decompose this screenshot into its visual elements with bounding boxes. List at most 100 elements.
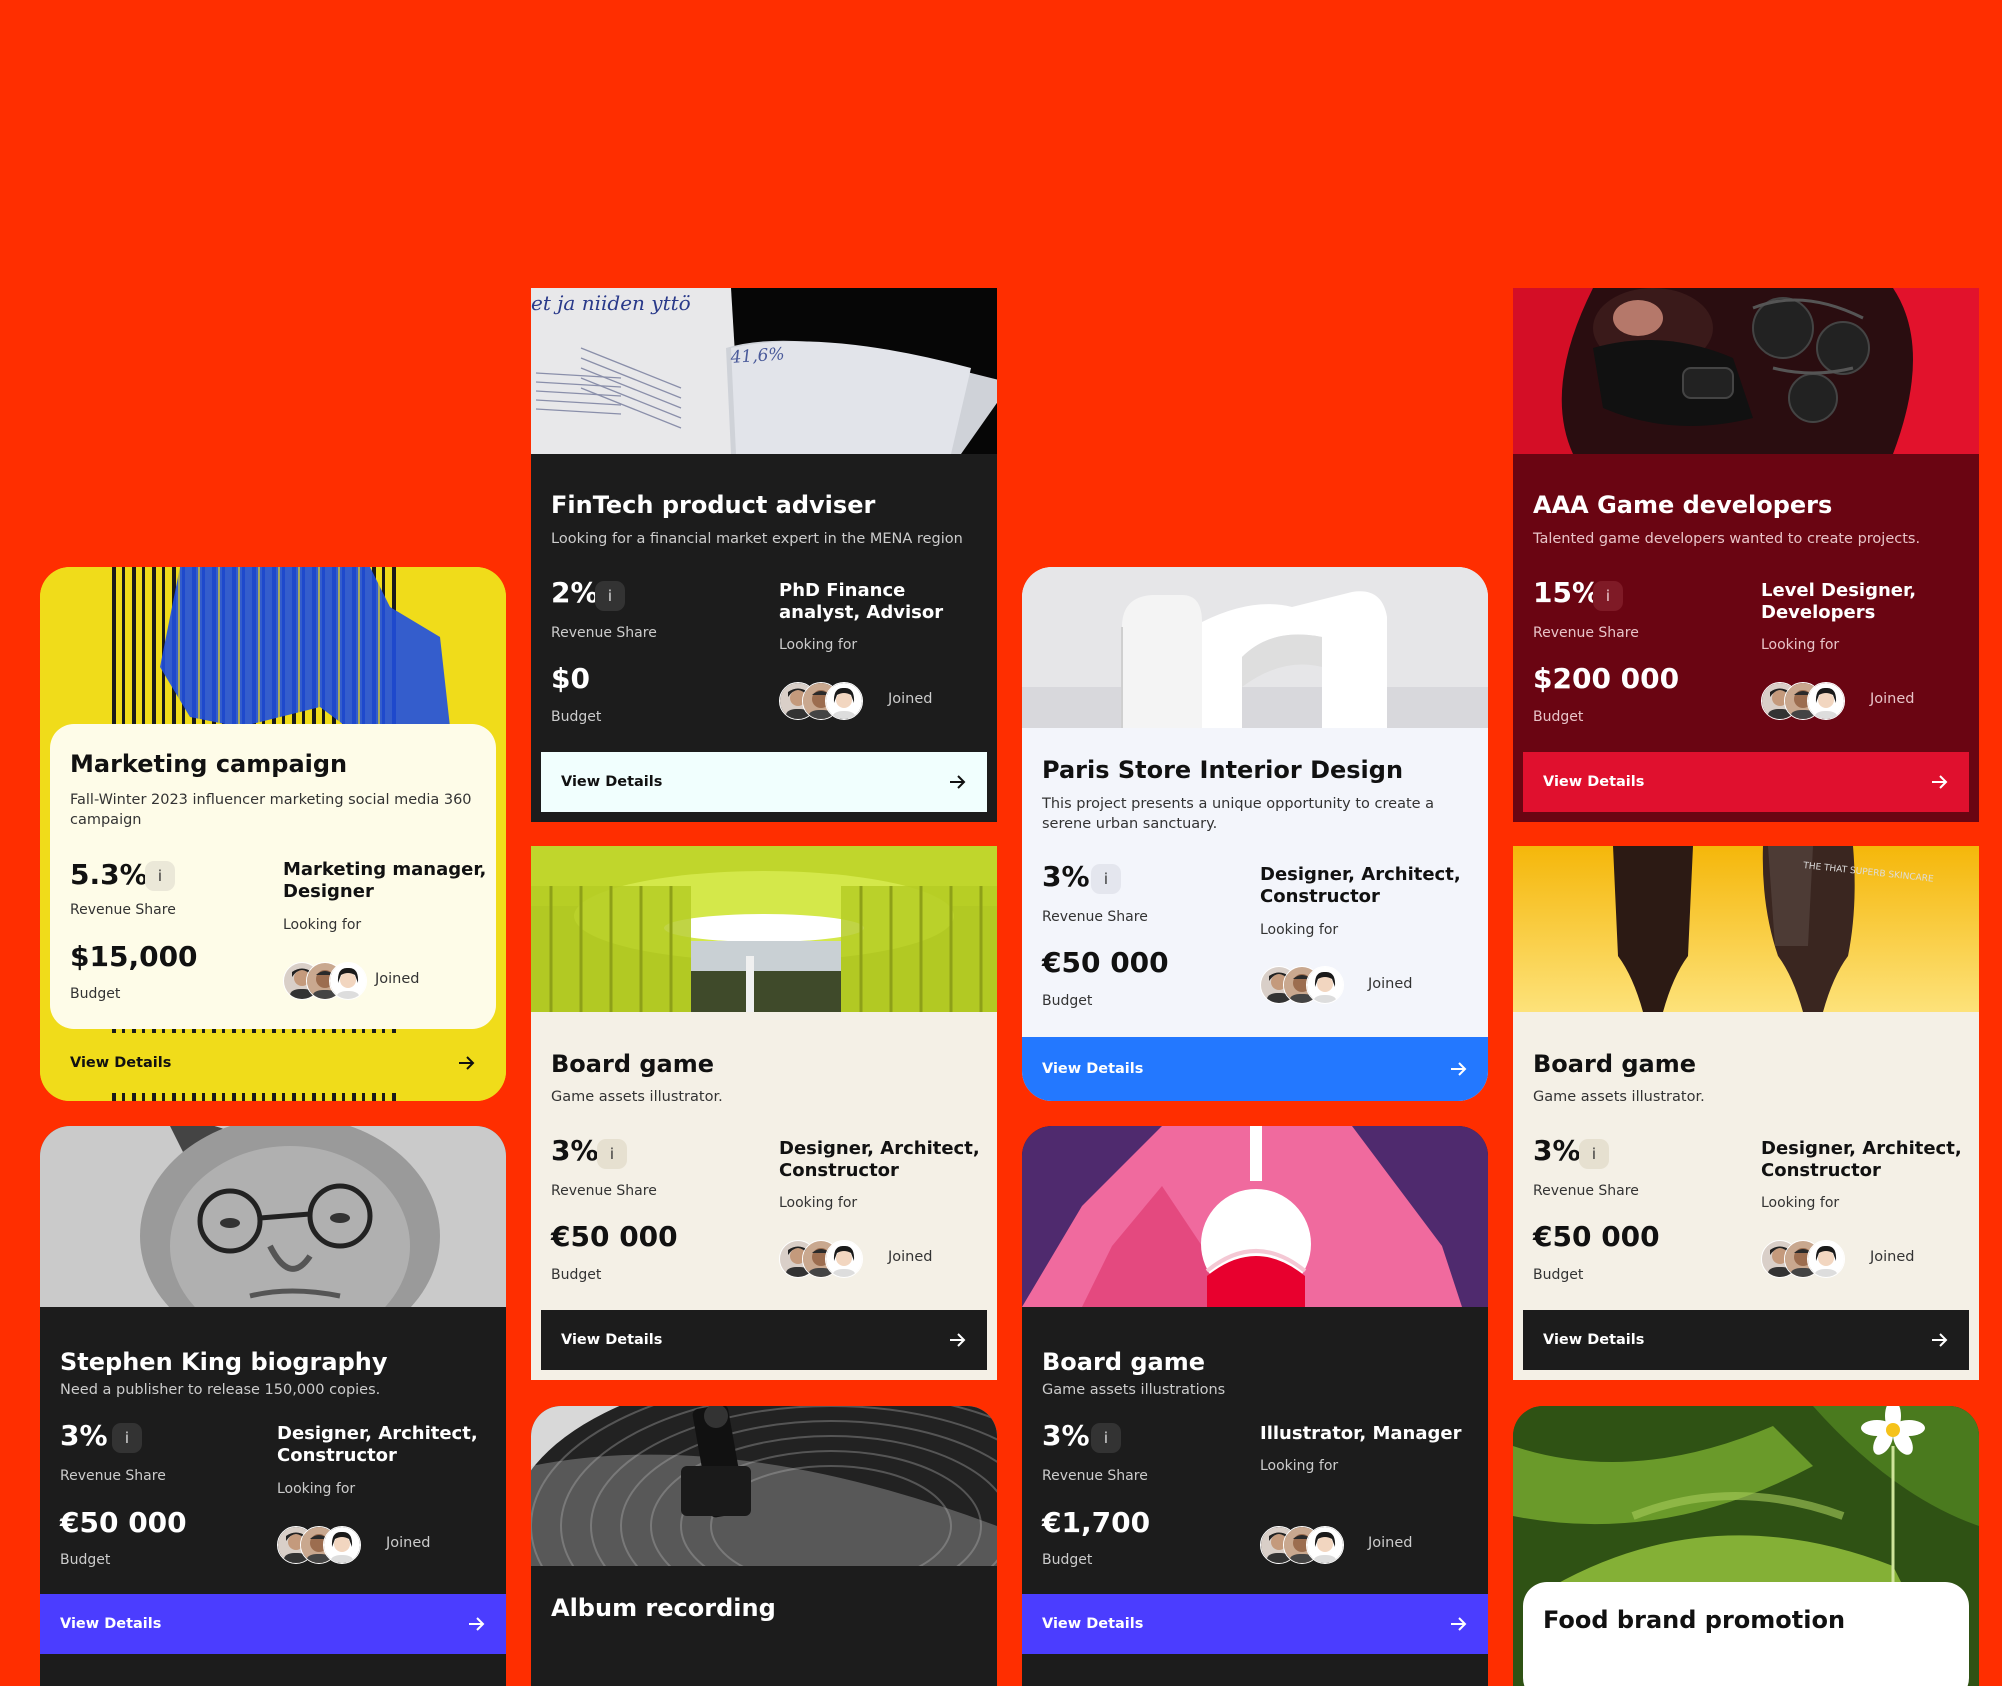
project-card-fintech[interactable]: et ja niiden yttö 41,6% FinTech product … xyxy=(531,288,997,822)
revenue-share-label: Revenue Share xyxy=(551,1183,657,1199)
arrow-right-icon xyxy=(1451,1062,1467,1076)
view-details-label: View Details xyxy=(561,774,663,790)
revenue-share-value: 3% xyxy=(551,1134,599,1167)
project-card-board-game-2[interactable]: Board game Game assets illustrations 3% … xyxy=(1022,1126,1488,1686)
budget-label: Budget xyxy=(1533,1267,1584,1283)
view-details-button[interactable]: View Details xyxy=(541,1310,987,1370)
card-image-open-book: et ja niiden yttö 41,6% xyxy=(531,288,997,454)
joined-avatars xyxy=(1260,1526,1344,1564)
budget-label: Budget xyxy=(551,709,602,725)
looking-for-label: Looking for xyxy=(779,1195,858,1211)
joined-avatars xyxy=(779,682,863,720)
arrow-right-icon xyxy=(459,1056,475,1070)
looking-for-label: Looking for xyxy=(277,1481,356,1497)
view-details-label: View Details xyxy=(70,1055,172,1071)
looking-for-label: Looking for xyxy=(283,917,362,933)
arrow-right-icon xyxy=(1932,1333,1948,1347)
info-icon[interactable]: i xyxy=(1091,864,1121,894)
view-details-button[interactable]: View Details xyxy=(1022,1037,1488,1101)
card-title: Food brand promotion xyxy=(1543,1606,1846,1634)
card-description: Fall-Winter 2023 influencer marketing so… xyxy=(70,792,472,828)
looking-for-roles: Illustrator, Manager xyxy=(1260,1423,1462,1444)
info-icon[interactable]: i xyxy=(145,861,175,891)
view-details-button[interactable]: View Details xyxy=(1022,1594,1488,1654)
revenue-share-label: Revenue Share xyxy=(70,902,176,918)
card-title: Marketing campaign xyxy=(70,750,348,778)
joined-label: Joined xyxy=(1368,1535,1413,1551)
looking-for-label: Looking for xyxy=(1260,922,1339,938)
avatar xyxy=(825,682,863,720)
joined-label: Joined xyxy=(375,971,420,987)
joined-label: Joined xyxy=(1368,976,1413,992)
joined-label: Joined xyxy=(386,1535,431,1551)
view-details-label: View Details xyxy=(1042,1616,1144,1632)
view-details-button[interactable]: View Details xyxy=(541,752,987,812)
card-description: Game assets illustrator. xyxy=(1533,1089,1705,1105)
book-number: 41,6% xyxy=(729,344,785,368)
joined-label: Joined xyxy=(888,691,933,707)
looking-for-roles: Level Designer, Developers xyxy=(1761,580,1917,623)
card-image-vinyl-player xyxy=(531,1406,997,1566)
view-details-button[interactable]: View Details xyxy=(1523,1310,1969,1370)
project-card-aaa-game[interactable]: AAA Game developers Talented game develo… xyxy=(1513,288,1979,822)
card-content-panel: Marketing campaign Fall-Winter 2023 infl… xyxy=(50,724,496,1029)
info-icon[interactable]: i xyxy=(1593,581,1623,611)
looking-for-roles: Designer, Architect, Constructor xyxy=(277,1423,478,1466)
card-image-white-sculpture xyxy=(1022,567,1488,728)
info-icon[interactable]: i xyxy=(597,1139,627,1169)
card-image-pink-figure xyxy=(1022,1126,1488,1307)
revenue-share-label: Revenue Share xyxy=(1042,909,1148,925)
project-card-food-brand[interactable]: Food brand promotion xyxy=(1513,1406,1979,1686)
avatar xyxy=(329,962,367,1000)
budget-label: Budget xyxy=(70,986,121,1002)
card-title: Paris Store Interior Design xyxy=(1042,756,1404,784)
revenue-share-value: 3% xyxy=(1533,1134,1581,1167)
view-details-button[interactable]: View Details xyxy=(50,1033,496,1093)
project-card-board-game-3[interactable]: THE THAT SUPERB SKINCARE Board game Game… xyxy=(1513,846,1979,1380)
arrow-right-icon xyxy=(1451,1617,1467,1631)
budget-value: $15,000 xyxy=(70,940,198,973)
avatar xyxy=(1807,682,1845,720)
revenue-share-label: Revenue Share xyxy=(60,1468,166,1484)
card-title: FinTech product adviser xyxy=(551,491,876,519)
project-card-board-game-1[interactable]: Board game Game assets illustrator. 3% i… xyxy=(531,846,997,1380)
project-card-marketing-campaign[interactable]: Marketing campaign Fall-Winter 2023 infl… xyxy=(40,567,506,1101)
revenue-share-value: 2% xyxy=(551,576,599,609)
info-icon[interactable]: i xyxy=(1091,1423,1121,1453)
looking-for-label: Looking for xyxy=(1260,1458,1339,1474)
card-title: Board game xyxy=(1533,1050,1697,1078)
looking-for-label: Looking for xyxy=(1761,1195,1840,1211)
view-details-label: View Details xyxy=(1543,774,1645,790)
arrow-right-icon xyxy=(1932,775,1948,789)
card-image-helmet-portrait xyxy=(1513,288,1979,454)
revenue-share-value: 15% xyxy=(1533,576,1601,609)
info-icon[interactable]: i xyxy=(112,1423,142,1453)
joined-avatars xyxy=(779,1240,863,1278)
joined-avatars xyxy=(283,962,367,1000)
view-details-button[interactable]: View Details xyxy=(1523,752,1969,812)
budget-value: €50 000 xyxy=(551,1220,678,1253)
card-image-green-room xyxy=(531,846,997,1012)
revenue-share-value: 3% xyxy=(1042,860,1090,893)
view-details-label: View Details xyxy=(1042,1061,1144,1077)
project-card-stephen-king[interactable]: Stephen King biography Need a publisher … xyxy=(40,1126,506,1686)
budget-label: Budget xyxy=(551,1267,602,1283)
joined-avatars xyxy=(1260,966,1344,1004)
info-icon[interactable]: i xyxy=(595,581,625,611)
view-details-label: View Details xyxy=(60,1616,162,1632)
joined-label: Joined xyxy=(1870,691,1915,707)
revenue-share-label: Revenue Share xyxy=(1533,625,1639,641)
view-details-button[interactable]: View Details xyxy=(40,1594,506,1654)
budget-label: Budget xyxy=(1533,709,1584,725)
project-card-album-recording[interactable]: Album recording xyxy=(531,1406,997,1686)
arrow-right-icon xyxy=(469,1617,485,1631)
budget-label: Budget xyxy=(60,1552,111,1568)
avatar xyxy=(1306,1526,1344,1564)
joined-label: Joined xyxy=(1870,1249,1915,1265)
info-icon[interactable]: i xyxy=(1579,1139,1609,1169)
revenue-share-value: 3% xyxy=(60,1419,108,1452)
budget-value: €50 000 xyxy=(1533,1220,1660,1253)
budget-value: €50 000 xyxy=(1042,946,1169,979)
project-card-paris-store[interactable]: Paris Store Interior Design This project… xyxy=(1022,567,1488,1101)
card-description: Game assets illustrator. xyxy=(551,1089,723,1105)
